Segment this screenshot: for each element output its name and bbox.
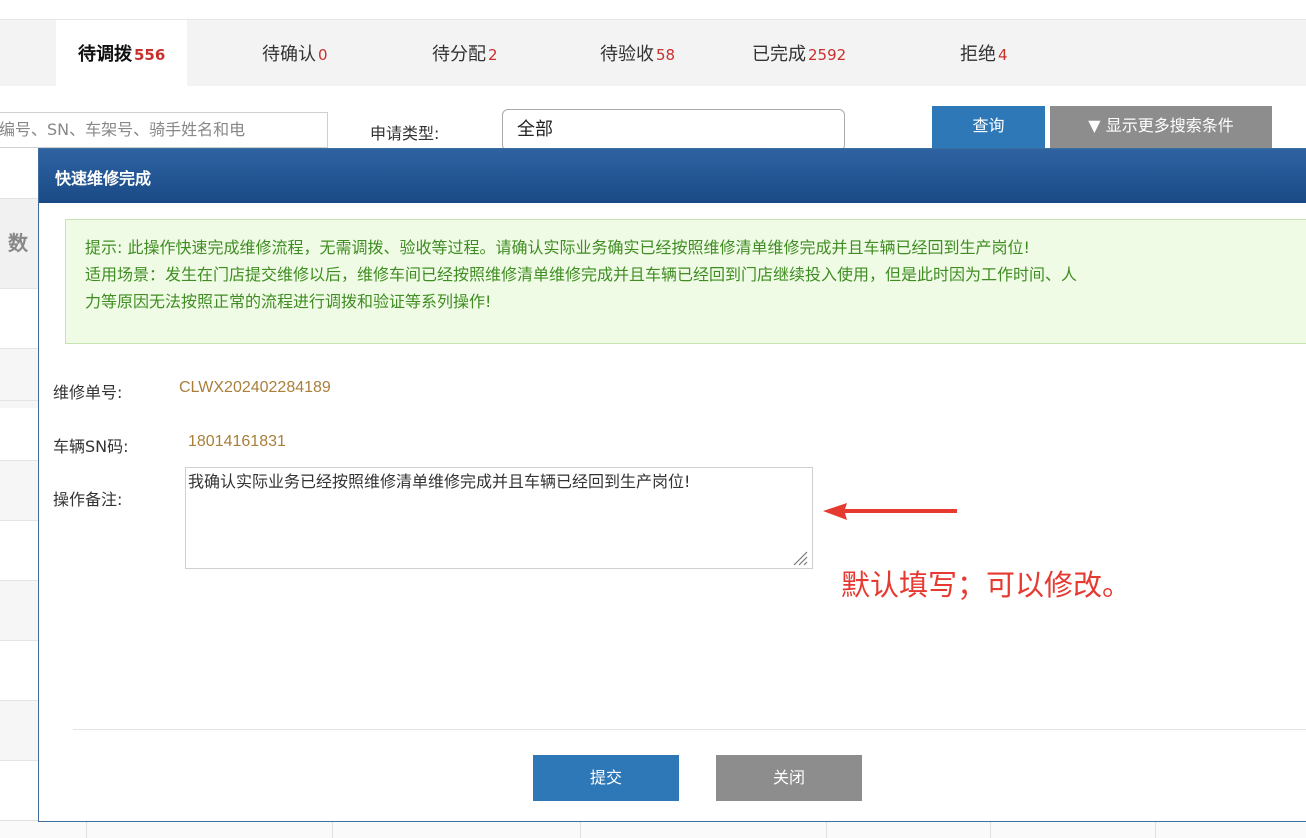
tab-label: 拒绝	[960, 44, 996, 65]
tab-count: 0	[318, 46, 328, 64]
column-divider	[332, 821, 333, 838]
keyword-search-input[interactable]: 编号、SN、车架号、骑手姓名和电	[0, 112, 328, 148]
data-section-header: 数	[0, 198, 40, 288]
table-row	[0, 640, 40, 700]
more-search-conditions-button[interactable]: ▼ 显示更多搜索条件	[1050, 106, 1272, 150]
column-divider	[826, 821, 827, 838]
table-row	[0, 580, 40, 640]
table-row	[0, 520, 40, 580]
tab-pending-acceptance[interactable]: 待验收 58	[600, 20, 675, 86]
query-button[interactable]: 查询	[932, 106, 1045, 150]
tab-rejected[interactable]: 拒绝 4	[960, 20, 1008, 86]
dialog-title: 快速维修完成	[55, 169, 152, 188]
tab-count: 58	[656, 46, 676, 64]
tab-label: 已完成	[752, 44, 806, 65]
close-button[interactable]: 关闭	[716, 755, 862, 801]
tab-count: 2	[488, 46, 498, 64]
table-row	[0, 460, 40, 520]
column-divider	[580, 821, 581, 838]
vehicle-sn-value: 18014161831	[188, 433, 286, 450]
tip-line: 适用场景：发生在门店提交维修以后，维修车间已经按照维修清单维修完成并且车辆已经回…	[85, 265, 1078, 284]
tip-box: 提示: 此操作快速完成维修流程，无需调拨、验收等过程。请确认实际业务确实已经按照…	[65, 219, 1306, 344]
dialog-header: 快速维修完成	[39, 149, 1306, 203]
tab-pending-confirm[interactable]: 待确认 0	[262, 20, 328, 86]
vehicle-sn-label: 车辆SN码:	[53, 437, 129, 456]
order-number-label: 维修单号:	[53, 383, 123, 402]
tab-pending-assign[interactable]: 待分配 2	[432, 20, 498, 86]
column-divider	[86, 821, 87, 838]
tab-count: 4	[998, 46, 1008, 64]
table-row	[0, 400, 40, 460]
remark-textarea[interactable]: 我确认实际业务已经按照维修清单维修完成并且车辆已经回到生产岗位!	[185, 467, 813, 569]
resize-grip-icon[interactable]	[789, 547, 809, 567]
submit-button[interactable]: 提交	[533, 755, 679, 801]
tab-label: 待验收	[600, 44, 654, 65]
tab-label: 待分配	[432, 44, 486, 65]
quick-repair-complete-dialog: 快速维修完成 提示: 此操作快速完成维修流程，无需调拨、验收等过程。请确认实际业…	[38, 148, 1306, 822]
column-divider	[990, 821, 991, 838]
red-arrow-icon	[823, 503, 957, 520]
tab-pending-transfer[interactable]: 待调拨 556	[56, 20, 188, 86]
table-row	[0, 348, 40, 408]
table-footer-row	[0, 820, 1306, 838]
tab-count: 556	[134, 46, 166, 64]
request-type-label: 申请类型:	[370, 124, 440, 143]
top-strip	[0, 0, 1306, 20]
data-section-label: 数	[8, 231, 28, 255]
tab-label: 待调拨	[78, 44, 132, 65]
dialog-divider	[73, 729, 1306, 730]
status-tabs: 待调拨 556 待确认 0 待分配 2 待验收 58 已完成 2592 拒绝 4	[0, 20, 1306, 86]
order-number-value: CLWX202402284189	[179, 379, 331, 396]
table-row	[0, 760, 40, 820]
default-fill-annotation: 默认填写；可以修改。	[841, 568, 1132, 602]
remark-label: 操作备注:	[53, 490, 123, 509]
table-row	[0, 288, 40, 348]
tip-line: 提示: 此操作快速完成维修流程，无需调拨、验收等过程。请确认实际业务确实已经按照…	[85, 238, 1030, 257]
table-row	[0, 700, 40, 760]
tip-line: 力等原因无法按照正常的流程进行调拨和验证等系列操作!	[85, 292, 492, 311]
tab-count: 2592	[808, 46, 847, 64]
tab-completed[interactable]: 已完成 2592	[752, 20, 846, 86]
request-type-select[interactable]: 全部	[502, 109, 845, 151]
tab-label: 待确认	[262, 44, 316, 65]
column-divider	[1155, 821, 1156, 838]
